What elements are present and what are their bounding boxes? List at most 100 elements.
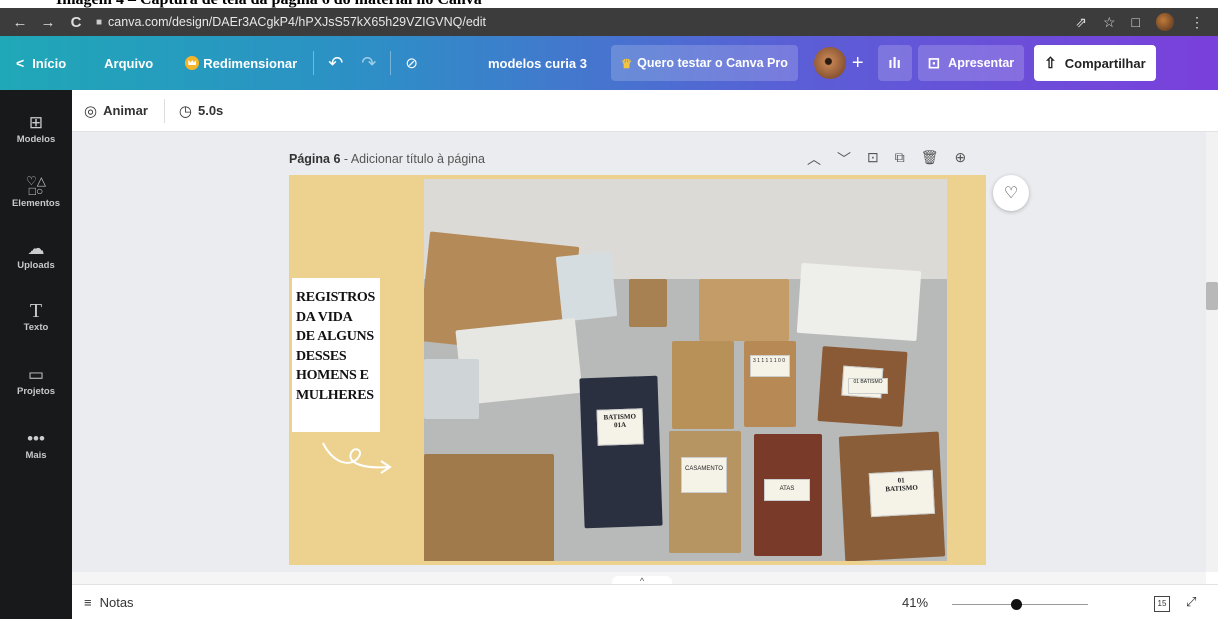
notebook [555, 251, 618, 322]
loose-papers [424, 359, 479, 419]
timing-button[interactable]: ◷ 5.0s [179, 102, 223, 120]
shapes-icon: ♡△ □○ [26, 174, 46, 198]
chevron-up-icon[interactable]: ︿ [807, 149, 821, 169]
sidebar-item-projetos[interactable]: ▭ Projetos [0, 365, 72, 398]
present-label: Apresentar [948, 56, 1015, 70]
sidebar-item-label: Uploads [17, 260, 55, 271]
label-text: BATISMO [860, 379, 883, 385]
add-collaborator-icon[interactable]: + [852, 52, 864, 75]
forward-icon[interactable]: → [38, 14, 58, 31]
page-count: 15 [1157, 599, 1167, 608]
design-page[interactable]: REGISTROS DA VIDA DE ALGUNS DESSES HOMEN… [289, 175, 986, 565]
duplicate-icon[interactable]: ⧉ [895, 149, 905, 169]
cloud-saved-icon[interactable]: ⊘ [405, 54, 418, 72]
label-text: ATAS [779, 486, 795, 492]
sidebar-item-elementos[interactable]: ♡△ □○ Elementos [0, 174, 72, 209]
sidebar-item-mais[interactable]: ••• Mais [0, 429, 72, 462]
light-book: CASAMENTO [669, 431, 741, 553]
resize-label: Redimensionar [203, 55, 298, 71]
small-book [629, 279, 667, 327]
text-box[interactable]: REGISTROS DA VIDA DE ALGUNS DESSES HOMEN… [292, 278, 380, 432]
home-label: Início [32, 55, 67, 71]
curly-arrow-graphic[interactable] [319, 437, 399, 487]
sidebar-item-label: Modelos [16, 134, 56, 145]
chevron-down-icon[interactable]: ﹀ [837, 149, 851, 169]
book-label: BATISMO 01A [596, 408, 644, 446]
more-icon: ••• [27, 429, 45, 448]
zoom-slider-thumb[interactable] [1011, 599, 1022, 610]
book-label: 01 BATISMO [848, 378, 888, 394]
ledger-book: 3 1 1 1 1 1 0 0 [744, 341, 796, 427]
add-page-icon[interactable]: ⊕ [955, 149, 967, 169]
home-button[interactable]: < Início [16, 55, 66, 71]
crown-icon [185, 56, 200, 70]
resize-button[interactable]: Redimensionar [185, 56, 297, 71]
text-line: DA VIDA [296, 309, 353, 325]
lock-icon[interactable]: ⊡ [867, 149, 879, 169]
insights-button[interactable]: ılı [877, 45, 912, 81]
layout-icon: ⊞ [28, 113, 44, 132]
page-title-input[interactable]: Adicionar título à página [351, 152, 485, 166]
envelope-pile [699, 279, 789, 341]
try-pro-label: Quero testar o Canva Pro [637, 56, 788, 70]
redo-icon[interactable]: ↷ [361, 53, 376, 74]
context-toolbar: ◎ Animar ◷ 5.0s [72, 90, 1218, 132]
back-icon[interactable]: ← [10, 14, 30, 31]
animate-label: Animar [103, 103, 148, 118]
divider [163, 98, 165, 123]
book-label: ATAS [764, 479, 810, 501]
divider [313, 51, 315, 75]
sidebar-item-modelos[interactable]: ⊞ Modelos [0, 113, 72, 146]
text-line: DE ALGUNS [296, 329, 374, 344]
design-title[interactable]: modelos curia 3 [488, 56, 587, 71]
extensions-icon[interactable]: □ [1132, 14, 1140, 30]
text-line: DESSES [296, 348, 347, 364]
share-page-icon[interactable]: ⇗ [1075, 14, 1087, 31]
sidebar-item-texto[interactable]: T Texto [0, 300, 72, 333]
caption-text: Imagem 4 – Captura de tela da página 6 d… [56, 0, 482, 8]
folder-icon: ▭ [27, 365, 45, 384]
canvas-area[interactable]: Página 6 - Adicionar título à página ︿ ﹀… [72, 132, 1206, 572]
book-label: 01 BATISMO [868, 469, 935, 518]
page-header: Página 6 - Adicionar título à página [289, 152, 485, 166]
ledger-book [672, 341, 734, 429]
left-sidebar: ⊞ Modelos ♡△ □○ Elementos ☁ Uploads T Tex… [0, 90, 72, 619]
label-text: 01 [853, 379, 860, 385]
notes-button[interactable]: ≡ Notas [84, 595, 134, 610]
trash-icon[interactable]: 🗑 [921, 149, 939, 169]
user-avatar[interactable] [813, 47, 846, 79]
page-label: Página 6 [289, 152, 341, 166]
browser-menu-icon[interactable]: ⋮ [1190, 14, 1204, 31]
archive-photo[interactable]: BATISMO 01A 3 1 1 1 1 1 0 0 CASAMENTO AT… [424, 179, 947, 561]
address-bar[interactable]: ■ canva.com/design/DAEr3ACgkP4/hPXJsS57k… [96, 11, 1075, 33]
profile-avatar[interactable] [1156, 13, 1174, 31]
share-upload-icon: ⇧ [1044, 55, 1057, 72]
fullscreen-icon[interactable]: ⤢ [1186, 594, 1196, 610]
bar-chart-icon: ılı [888, 54, 901, 72]
page-grid-button[interactable]: 15 [1154, 596, 1170, 612]
share-label: Compartilhar [1064, 55, 1146, 71]
chevron-left-icon: < [16, 55, 25, 71]
lock-icon: ■ [96, 16, 103, 28]
paper-pile [796, 262, 922, 342]
animate-button[interactable]: ◎ Animar [84, 102, 148, 120]
sidebar-item-label: Texto [23, 322, 49, 333]
undo-icon[interactable]: ↶ [328, 53, 343, 74]
text-line: HOMENS E [296, 368, 369, 383]
reload-icon[interactable]: C [66, 14, 86, 31]
text-line: MULHERES [296, 387, 374, 403]
add-comment-button[interactable]: ♡ [993, 175, 1029, 211]
text-icon: T [29, 300, 43, 322]
document-caption: Imagem 4 – Captura de tela da página 6 d… [0, 0, 1218, 8]
file-menu-button[interactable]: Arquivo [104, 56, 153, 71]
vertical-scrollbar[interactable] [1206, 132, 1218, 572]
clock-icon: ◷ [178, 102, 192, 120]
vertical-scrollbar-thumb[interactable] [1206, 282, 1218, 310]
sidebar-item-label: Mais [25, 450, 47, 461]
share-button[interactable]: ⇧ Compartilhar [1034, 45, 1156, 81]
sidebar-item-uploads[interactable]: ☁ Uploads [0, 240, 72, 272]
label-text: 3 1 1 1 1 1 0 0 [753, 358, 785, 364]
try-pro-button[interactable]: ♛ Quero testar o Canva Pro [610, 45, 798, 81]
present-button[interactable]: ⊡ Apresentar [917, 45, 1025, 81]
bookmark-star-icon[interactable]: ☆ [1103, 14, 1116, 31]
